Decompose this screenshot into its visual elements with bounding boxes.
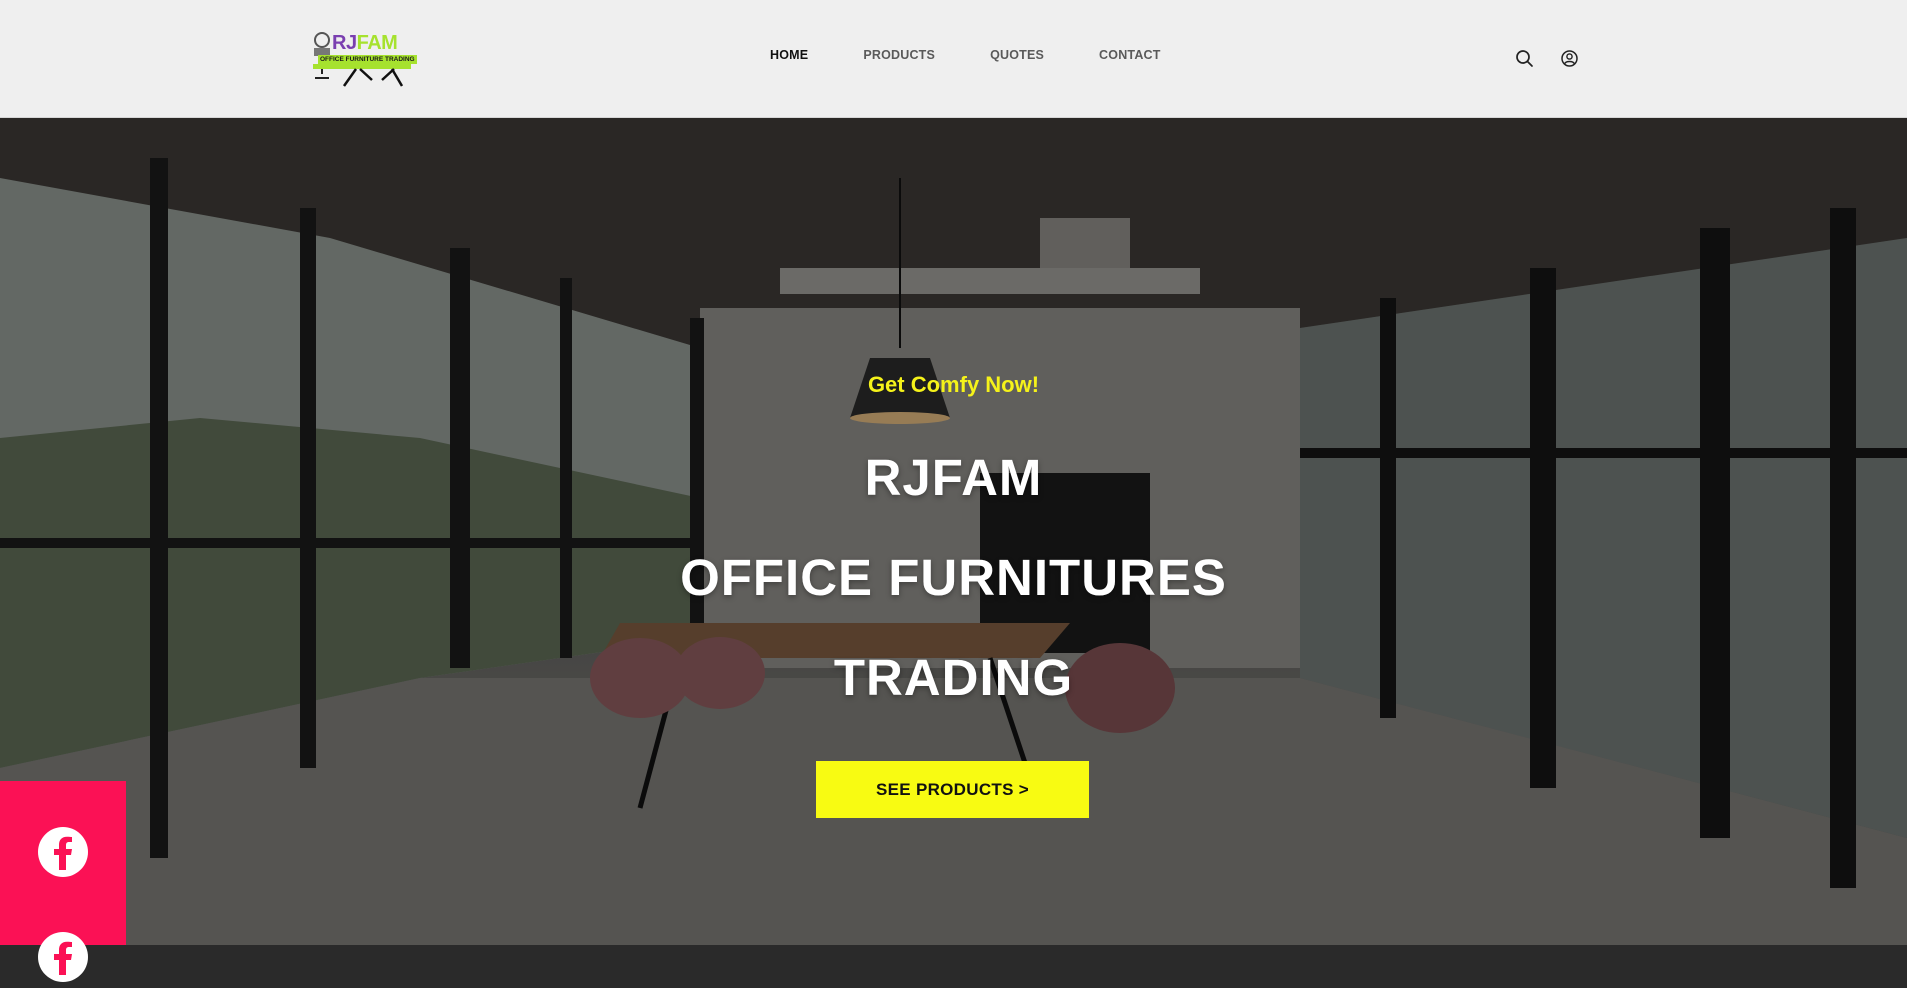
social-sidebar xyxy=(0,781,126,982)
header-actions xyxy=(1515,49,1579,68)
brand-logo[interactable]: RJFAM OFFICE FURNITURE TRADING xyxy=(310,28,417,90)
logo-text-rj: RJ xyxy=(332,32,357,54)
site-header: RJFAM OFFICE FURNITURE TRADING HOME PROD… xyxy=(0,0,1907,118)
facebook-icon[interactable] xyxy=(37,826,89,883)
logo-text-fam: FAM xyxy=(356,32,398,54)
nav-contact[interactable]: CONTACT xyxy=(1099,48,1161,62)
hero-tagline: Get Comfy Now! xyxy=(867,372,1040,397)
main-nav: HOME PRODUCTS QUOTES CONTACT xyxy=(770,48,1216,62)
search-icon[interactable] xyxy=(1515,49,1534,68)
hero-section: Get Comfy Now! RJFAM OFFICE FURNITURES T… xyxy=(0,118,1907,945)
hero-title-line-2: OFFICE FURNITURES xyxy=(680,549,1227,606)
hero-title-line-1: RJFAM xyxy=(864,449,1043,506)
nav-home[interactable]: HOME xyxy=(770,48,808,62)
logo-subtext: OFFICE FURNITURE TRADING xyxy=(318,55,417,64)
nav-quotes[interactable]: QUOTES xyxy=(990,48,1044,62)
hero-dim-overlay xyxy=(0,118,1907,945)
hero-title-line-3: TRADING xyxy=(833,649,1074,706)
nav-products[interactable]: PRODUCTS xyxy=(863,48,935,62)
account-icon[interactable] xyxy=(1560,49,1579,68)
logo-wordmark: RJFAM xyxy=(332,32,398,55)
facebook-icon[interactable] xyxy=(37,931,89,988)
see-products-button[interactable]: SEE PRODUCTS > xyxy=(816,761,1089,818)
